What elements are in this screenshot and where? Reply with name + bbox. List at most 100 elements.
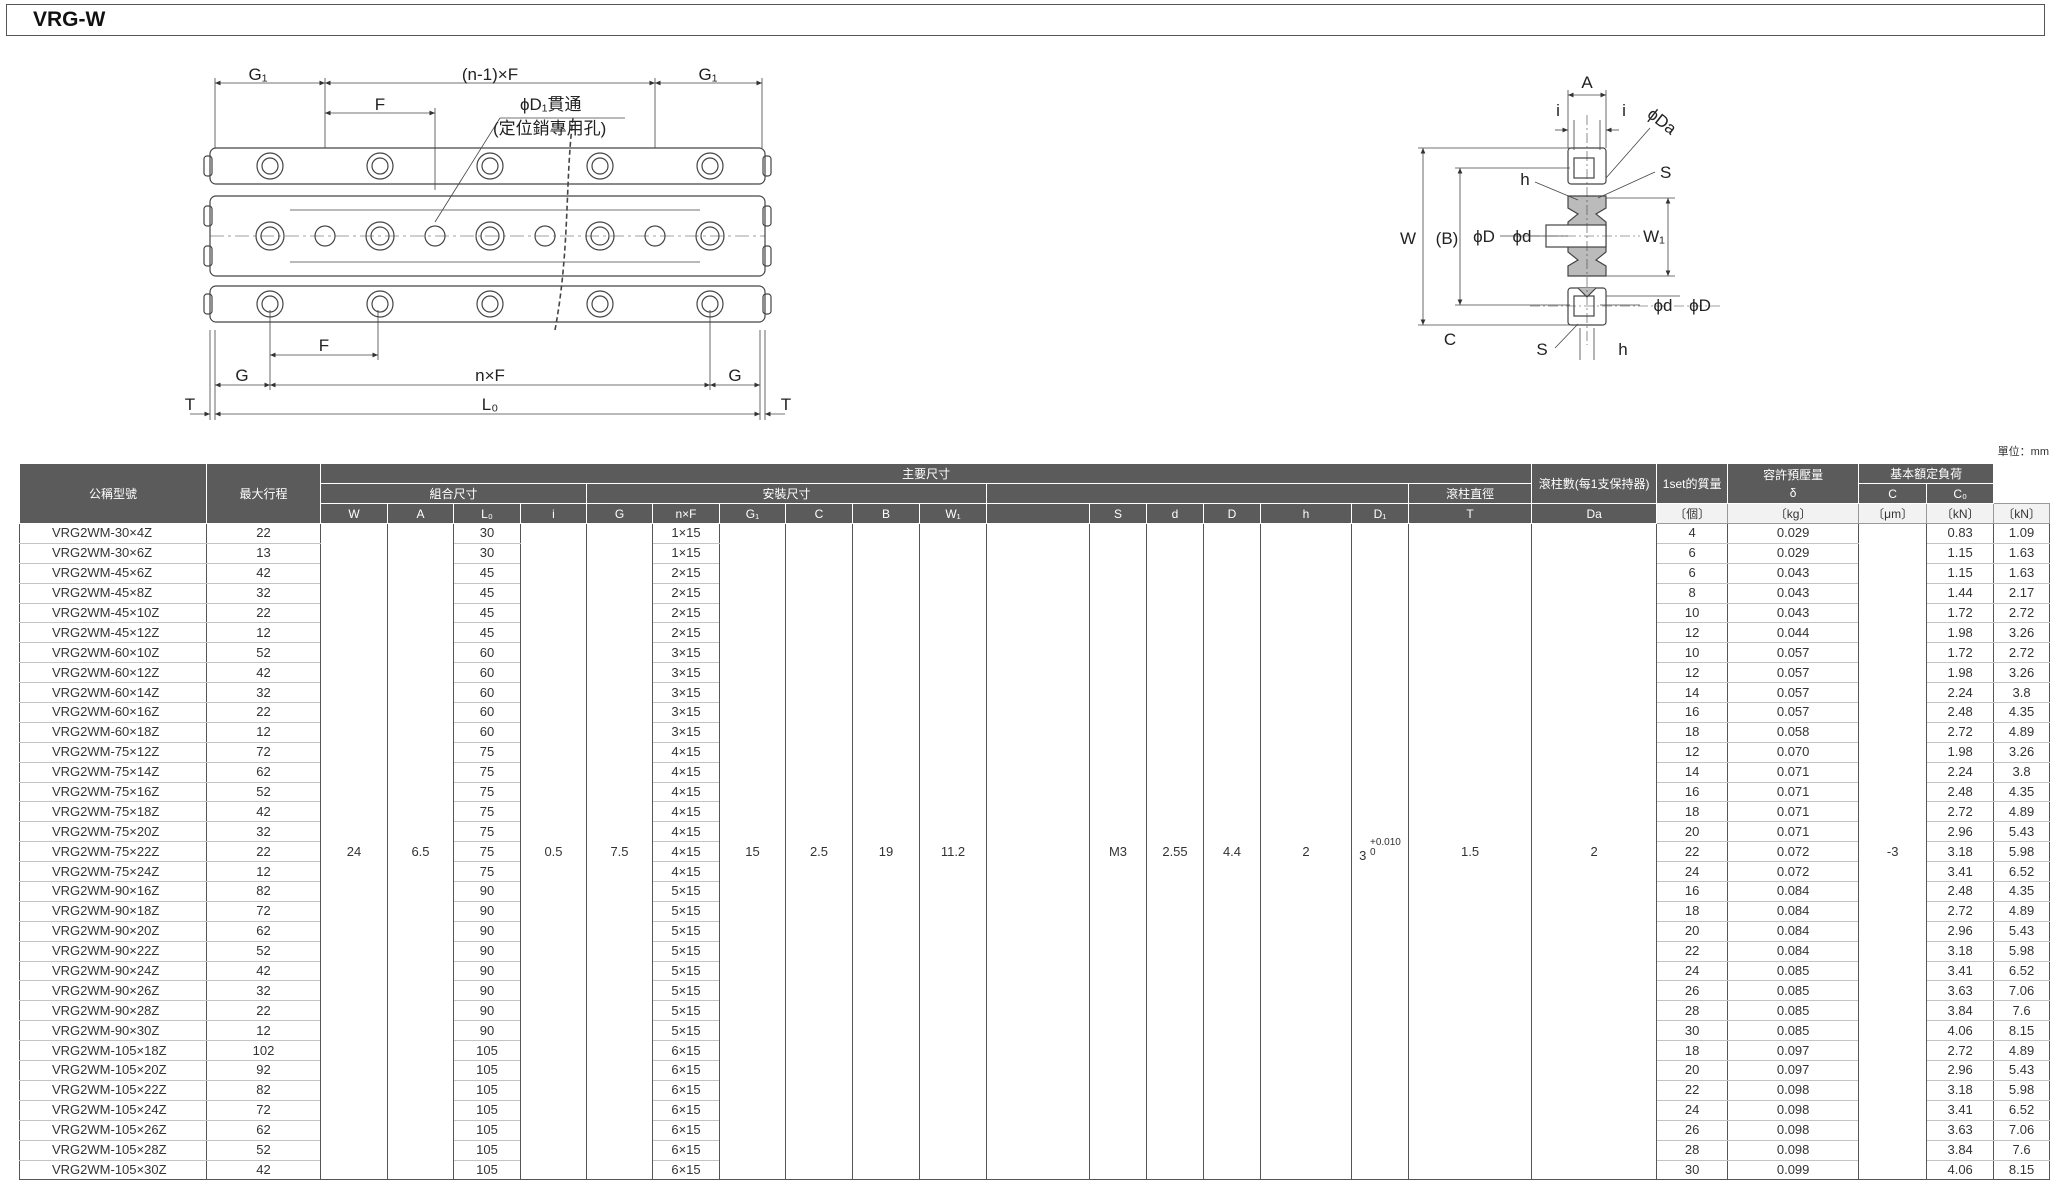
load-c0-cell: 3.26: [1993, 622, 2050, 644]
col-blank: [986, 503, 1090, 524]
stroke-cell: 82: [206, 1080, 321, 1101]
mass-cell: 0.070: [1727, 742, 1860, 763]
l0-cell: 90: [453, 961, 521, 982]
t-cell: 1.5: [1407, 523, 1533, 1181]
stroke-cell: 102: [206, 1040, 321, 1062]
model-cell: VRG2WM-45×8Z: [19, 583, 207, 604]
stroke-cell: 32: [206, 583, 321, 604]
mass-cell: 0.085: [1727, 980, 1860, 1002]
load-c-cell: 4.06: [1926, 1160, 1995, 1181]
svg-text:i: i: [1622, 101, 1626, 120]
load-c0-cell: 5.98: [1993, 1080, 2050, 1101]
nf-cell: 1×15: [652, 523, 720, 544]
model-cell: VRG2WM-105×22Z: [19, 1080, 207, 1101]
l0-cell: 75: [453, 762, 521, 783]
count-cell: 26: [1656, 1120, 1729, 1141]
count-cell: 4: [1656, 523, 1729, 544]
col-G1: G₁: [719, 503, 786, 524]
svg-text:G₁: G₁: [249, 65, 268, 84]
mass-cell: 0.084: [1727, 881, 1860, 902]
stroke-cell: 42: [206, 1160, 321, 1181]
model-cell: VRG2WM-105×18Z: [19, 1040, 207, 1062]
mass-cell: 0.071: [1727, 782, 1860, 803]
l0-cell: 45: [453, 603, 521, 624]
model-cell: VRG2WM-90×22Z: [19, 941, 207, 962]
stroke-cell: 22: [206, 603, 321, 624]
model-cell: VRG2WM-105×28Z: [19, 1140, 207, 1161]
l0-cell: 75: [453, 782, 521, 803]
a-cell: 6.5: [387, 523, 454, 1181]
count-cell: 26: [1656, 980, 1729, 1002]
nf-cell: 5×15: [652, 1000, 720, 1022]
load-c-cell: 3.18: [1926, 1080, 1995, 1101]
l0-cell: 45: [453, 563, 521, 584]
nf-cell: 5×15: [652, 980, 720, 1002]
count-cell: 14: [1656, 682, 1729, 704]
load-c0-cell: 7.6: [1993, 1000, 2050, 1022]
l0-cell: 75: [453, 742, 521, 763]
col-d: d: [1146, 503, 1204, 524]
col-load-c0-unit: 〔kN〕: [1993, 503, 2050, 524]
count-cell: 12: [1656, 742, 1729, 763]
count-cell: 30: [1656, 1160, 1729, 1181]
l0-cell: 75: [453, 841, 521, 863]
svg-text:ϕD: ϕD: [1689, 296, 1711, 315]
nf-cell: 3×15: [652, 662, 720, 684]
col-model: 公稱型號: [19, 463, 207, 524]
d1-base: 3: [1359, 848, 1367, 864]
preload-cell: -3: [1858, 523, 1928, 1181]
load-c-cell: 3.18: [1926, 941, 1995, 962]
load-c-cell: 2.96: [1926, 1060, 1995, 1081]
nf-cell: 6×15: [652, 1080, 720, 1101]
nf-cell: 5×15: [652, 1020, 720, 1042]
load-c0-cell: 5.98: [1993, 941, 2050, 962]
l0-cell: 75: [453, 861, 521, 883]
l0-cell: 45: [453, 583, 521, 604]
load-c0-cell: 1.63: [1993, 563, 2050, 584]
nf-cell: 1×15: [652, 543, 720, 564]
mass-cell: 0.043: [1727, 603, 1860, 624]
stroke-cell: 72: [206, 742, 321, 763]
model-cell: VRG2WM-90×18Z: [19, 901, 207, 922]
nf-cell: 2×15: [652, 622, 720, 644]
mass-cell: 0.098: [1727, 1140, 1860, 1161]
l0-cell: 105: [453, 1120, 521, 1141]
model-cell: VRG2WM-60×14Z: [19, 682, 207, 704]
load-c0-cell: 6.52: [1993, 1100, 2050, 1121]
load-c0-cell: 2.17: [1993, 583, 2050, 604]
l0-cell: 30: [453, 543, 521, 564]
mass-cell: 0.071: [1727, 801, 1860, 823]
svg-text:ϕd: ϕd: [1513, 227, 1532, 246]
dd-cell: 4.4: [1203, 523, 1261, 1181]
load-c-cell: 1.72: [1926, 603, 1995, 624]
nf-cell: 5×15: [652, 941, 720, 962]
stroke-cell: 32: [206, 980, 321, 1002]
col-preload: 容許預壓量 δ: [1727, 463, 1860, 504]
load-c0-cell: 4.89: [1993, 1040, 2050, 1062]
nf-cell: 6×15: [652, 1120, 720, 1141]
svg-text:i: i: [1556, 101, 1560, 120]
model-cell: VRG2WM-105×26Z: [19, 1120, 207, 1141]
load-c-cell: 1.15: [1926, 563, 1995, 584]
nf-cell: 4×15: [652, 801, 720, 823]
load-c-cell: 3.84: [1926, 1140, 1995, 1161]
g-cell: 7.5: [586, 523, 653, 1181]
mass-cell: 0.097: [1727, 1060, 1860, 1081]
col-stroke: 最大行程: [206, 463, 321, 524]
stroke-cell: 42: [206, 801, 321, 823]
svg-text:S: S: [1660, 163, 1671, 182]
stroke-cell: 12: [206, 622, 321, 644]
stroke-cell: 82: [206, 881, 321, 902]
count-cell: 12: [1656, 662, 1729, 684]
svg-text:L₀: L₀: [482, 395, 499, 414]
stroke-cell: 52: [206, 782, 321, 803]
model-cell: VRG2WM-90×28Z: [19, 1000, 207, 1022]
l0-cell: 60: [453, 722, 521, 743]
svg-text:G: G: [728, 366, 741, 385]
mass-cell: 0.058: [1727, 722, 1860, 743]
l0-cell: 105: [453, 1140, 521, 1161]
load-c0-cell: 5.98: [1993, 841, 2050, 863]
technical-drawing: G₁ (n-1)×F G₁ F ϕD₁貫通 (定位銷專用孔) F G n×F G…: [185, 65, 1720, 420]
l0-cell: 60: [453, 642, 521, 664]
load-c-cell: 3.63: [1926, 980, 1995, 1002]
